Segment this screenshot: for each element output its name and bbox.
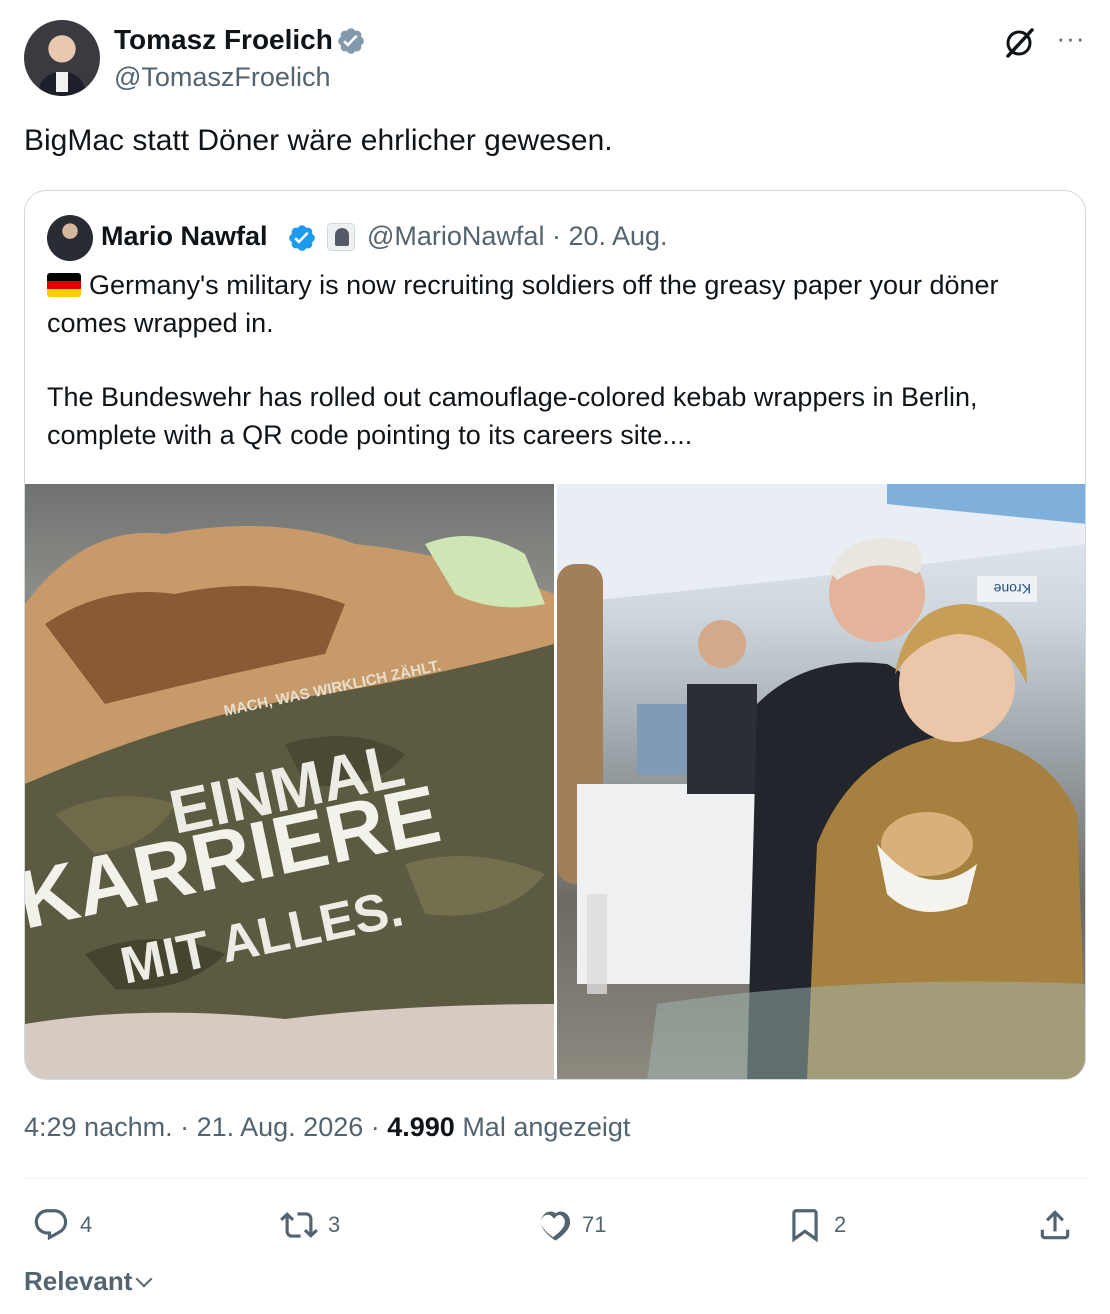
affiliation-badge-icon [327, 223, 355, 251]
sort-label: Relevant [24, 1266, 133, 1296]
kebab-stand-photo[interactable]: Krone [557, 484, 1085, 1079]
divider [24, 1178, 1086, 1179]
like-count: 71 [582, 1212, 607, 1237]
sort-relevant-dropdown[interactable]: Relevant [24, 1266, 153, 1297]
view-count: 4.990 [387, 1112, 455, 1142]
tweet-meta: 4:29 nachm. · 21. Aug. 2026 · 4.990 Mal … [24, 1112, 630, 1143]
share-button[interactable] [1036, 1202, 1084, 1248]
bookmark-count: 2 [834, 1212, 847, 1237]
reply-button[interactable]: 4 [32, 1202, 92, 1248]
quoted-text: Germany's military is now recruiting sol… [47, 267, 1067, 454]
quoted-line-1-text: Germany's military is now recruiting sol… [47, 270, 999, 338]
like-button[interactable]: 71 [534, 1202, 606, 1248]
author-avatar[interactable] [24, 20, 100, 96]
tweet-text: BigMac statt Döner wäre ehrlicher gewese… [24, 124, 613, 157]
quoted-handle-date[interactable]: @MarioNawfal · 20. Aug. [367, 221, 668, 252]
share-icon [1040, 1210, 1070, 1240]
author-name[interactable]: Tomasz Froelich [114, 24, 333, 56]
sign-text: Krone [993, 581, 1031, 597]
repost-icon [280, 1212, 318, 1238]
verified-badge-icon [338, 28, 364, 54]
kebab-stand-illustration: Krone [557, 484, 1085, 1079]
quoted-author-name[interactable]: Mario Nawfal [101, 221, 268, 252]
bookmark-button[interactable]: 2 [786, 1202, 846, 1248]
chevron-down-icon [135, 1270, 153, 1288]
avatar-collar [56, 72, 68, 92]
tweet-header: Tomasz Froelich @TomaszFroelich ··· [24, 20, 1086, 98]
kebab-wrapper-image[interactable]: MACH, WAS WIRKLICH ZÄHLT. EINMAL KARRIER… [25, 484, 554, 1079]
quoted-line-1: Germany's military is now recruiting sol… [47, 267, 1067, 342]
quoted-author-avatar[interactable] [47, 215, 93, 261]
quoted-tweet[interactable]: Mario Nawfal @MarioNawfal · 20. Aug. Ger… [24, 190, 1086, 1080]
reply-count: 4 [80, 1212, 93, 1237]
bookmark-icon [792, 1209, 818, 1243]
reply-icon [34, 1209, 68, 1241]
quoted-line-2: The Bundeswehr has rolled out camouflage… [47, 382, 978, 450]
view-label: Mal angezeigt [454, 1112, 631, 1142]
germany-flag-icon [47, 273, 81, 297]
verified-badge-icon [289, 225, 315, 251]
tweet-timestamp[interactable]: 4:29 nachm. · 21. Aug. 2026 · [24, 1112, 387, 1142]
more-options-icon[interactable]: ··· [1054, 24, 1088, 58]
kebab-wrapper-illustration: MACH, WAS WIRKLICH ZÄHLT. EINMAL KARRIER… [25, 526, 554, 1079]
author-handle[interactable]: @TomaszFroelich [114, 62, 330, 93]
heart-icon [541, 1211, 571, 1241]
grok-icon[interactable] [1002, 26, 1036, 60]
repost-button[interactable]: 3 [280, 1202, 340, 1248]
repost-count: 3 [328, 1212, 341, 1237]
